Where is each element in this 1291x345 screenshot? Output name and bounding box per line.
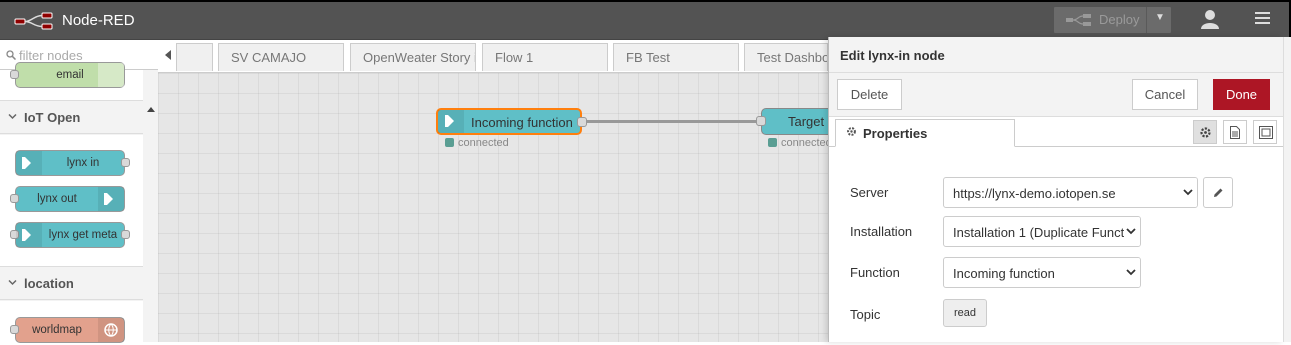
- header-bar: Node-RED Deploy ▼: [0, 0, 1291, 40]
- category-body-location: worldmap: [0, 301, 143, 343]
- main-menu-icon[interactable]: [1252, 12, 1272, 28]
- server-label: Server: [850, 185, 889, 200]
- app-title: Node-RED: [62, 12, 135, 29]
- chevron-down-icon: [1181, 178, 1197, 207]
- pencil-icon: [1214, 188, 1223, 197]
- installation-value: Installation 1 (Duplicate Functions): [953, 225, 1141, 240]
- node-properties-tab[interactable]: [1193, 120, 1217, 144]
- flow-wire[interactable]: [583, 120, 763, 123]
- flow-tab[interactable]: [176, 43, 213, 71]
- caret-left-icon: [165, 50, 171, 60]
- cancel-button[interactable]: Cancel: [1132, 79, 1198, 110]
- tab-properties[interactable]: Properties: [835, 119, 1015, 147]
- editor-title: Edit lynx-in node: [840, 48, 945, 63]
- flow-tab[interactable]: Test Dashboard: [744, 43, 828, 71]
- topic-label: Topic: [850, 307, 881, 322]
- arrow-right-icon: [16, 223, 42, 247]
- done-button[interactable]: Done: [1213, 79, 1270, 110]
- palette-node-label: worldmap: [32, 324, 82, 336]
- flow-tab[interactable]: Flow 1: [482, 43, 608, 71]
- document-icon: [1230, 126, 1240, 139]
- gear-icon: [847, 127, 856, 136]
- editor-title-bar: Edit lynx-in node: [829, 37, 1283, 73]
- server-select[interactable]: https://lynx-demo.iotopen.se: [943, 177, 1198, 208]
- category-header-location[interactable]: location: [0, 266, 143, 300]
- category-label: IoT Open: [24, 110, 81, 125]
- tab-label: Properties: [863, 126, 928, 141]
- installation-label: Installation: [850, 224, 913, 239]
- palette-node-label: lynx get meta: [48, 229, 118, 241]
- deploy-separator: [1146, 7, 1147, 33]
- input-port[interactable]: [756, 116, 766, 126]
- server-value: https://lynx-demo.iotopen.se: [953, 186, 1116, 201]
- status-dot: [445, 138, 454, 147]
- email-icon: [98, 63, 124, 87]
- flow-workspace[interactable]: Incoming function connected Target conne…: [158, 73, 828, 342]
- editor-toolbar: Delete Cancel Done: [829, 73, 1283, 117]
- chevron-down-icon: [8, 113, 17, 120]
- status-text: connected: [458, 137, 509, 149]
- flow-tab[interactable]: OpenWeater Story in: [350, 43, 476, 71]
- palette-node-lynx-in[interactable]: lynx in: [15, 150, 130, 176]
- deploy-button[interactable]: Deploy ▼: [1054, 7, 1171, 33]
- user-icon[interactable]: [1198, 9, 1222, 31]
- filter-placeholder: filter nodes: [19, 48, 83, 63]
- status-text: connected: [781, 137, 828, 149]
- palette-scrollbar[interactable]: [143, 70, 158, 342]
- flow-tab[interactable]: FB Test: [613, 43, 739, 71]
- flow-tab[interactable]: SV CAMAJO: [218, 43, 344, 71]
- category-header-iot-open[interactable]: IoT Open: [0, 100, 143, 134]
- chevron-down-icon: [1124, 217, 1140, 246]
- function-select[interactable]: Incoming function: [943, 257, 1141, 288]
- node-editor-tray: Edit lynx-in node Delete Cancel Done Pro…: [828, 37, 1283, 342]
- deploy-dropdown-caret-icon[interactable]: ▼: [1155, 12, 1165, 23]
- arrow-right-icon: [98, 187, 124, 211]
- deploy-label: Deploy: [1099, 12, 1140, 27]
- palette-node-label: lynx in: [66, 157, 100, 169]
- function-value: Incoming function: [953, 266, 1055, 281]
- status-dot: [768, 138, 777, 147]
- appearance-icon: [1259, 126, 1273, 139]
- edit-server-button[interactable]: [1203, 177, 1233, 208]
- palette-node-email[interactable]: email: [10, 62, 125, 88]
- arrow-right-icon: [438, 110, 464, 133]
- input-port: [10, 70, 19, 79]
- output-port[interactable]: [577, 117, 587, 127]
- category-label: location: [24, 276, 74, 291]
- flow-node-label: Incoming function: [471, 115, 573, 130]
- flow-node-label: Target: [788, 114, 825, 129]
- delete-button[interactable]: Delete: [837, 79, 902, 110]
- tabs-scroll-left[interactable]: [158, 40, 176, 72]
- node-description-tab[interactable]: [1223, 120, 1247, 144]
- palette-node-lynx-get-meta[interactable]: lynx get meta: [10, 222, 130, 248]
- node-appearance-tab[interactable]: [1253, 120, 1277, 144]
- editor-tabs: Properties: [829, 117, 1283, 147]
- function-label: Function: [850, 265, 900, 280]
- node-red-logo-icon: [14, 12, 53, 30]
- node-palette: filter nodes email IoT Open lynx in lynx…: [0, 40, 158, 343]
- globe-icon: [98, 318, 124, 342]
- topic-toggle-button[interactable]: read: [943, 299, 987, 327]
- gear-icon: [1200, 127, 1211, 138]
- deploy-icon: [1066, 14, 1091, 26]
- flow-node-incoming-function[interactable]: Incoming function: [436, 108, 587, 135]
- palette-node-worldmap[interactable]: worldmap: [10, 317, 125, 343]
- palette-node-lynx-out[interactable]: lynx out: [10, 186, 125, 212]
- output-port: [121, 158, 130, 167]
- palette-node-label: lynx out: [37, 193, 77, 205]
- flow-tabs-bar: SV CAMAJO OpenWeater Story in Flow 1 FB …: [158, 40, 828, 73]
- installation-select[interactable]: Installation 1 (Duplicate Functions): [943, 216, 1141, 247]
- chevron-down-icon: [8, 279, 17, 286]
- search-icon: [6, 50, 16, 60]
- arrow-right-icon: [16, 151, 42, 175]
- output-port: [121, 230, 130, 239]
- category-body-iot-open: lynx in lynx out lynx get meta: [0, 135, 143, 266]
- chevron-down-icon: [1124, 258, 1140, 287]
- flow-node-target[interactable]: Target: [756, 108, 828, 135]
- scroll-up-arrow-icon[interactable]: [147, 107, 155, 112]
- editor-scrollbar[interactable]: [1283, 37, 1291, 342]
